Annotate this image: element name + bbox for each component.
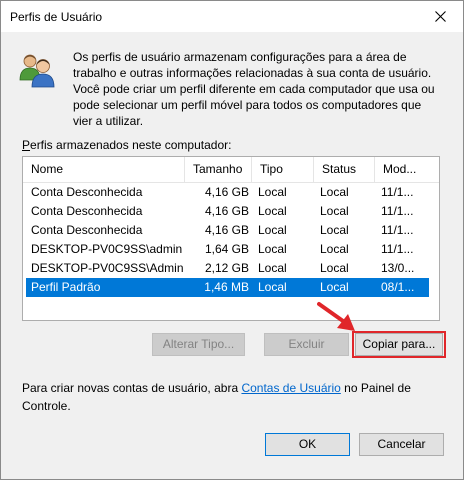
profiles-list[interactable]: Nome Tamanho Tipo Status Mod... Conta De… — [22, 156, 440, 321]
cell-status: Local — [320, 223, 349, 237]
cell-status: Local — [320, 204, 349, 218]
table-row[interactable]: Conta Desconhecida 4,16 GB Local Local 1… — [26, 202, 429, 221]
close-button[interactable] — [418, 1, 463, 32]
cell-name: Conta Desconhecida — [31, 185, 143, 199]
access-key-letter: P — [22, 138, 31, 152]
delete-button[interactable]: Excluir — [264, 333, 349, 356]
cell-modified: 11/1... — [381, 223, 414, 237]
label-text: erfis armazenados neste computador: — [30, 138, 232, 152]
title-bar: Perfis de Usuário — [1, 1, 463, 32]
table-row[interactable]: Conta Desconhecida 4,16 GB Local Local 1… — [26, 221, 429, 240]
cell-status: Local — [320, 242, 349, 256]
user-accounts-link[interactable]: Contas de Usuário — [241, 381, 340, 395]
cell-name: Conta Desconhecida — [31, 223, 143, 237]
cell-modified: 11/1... — [381, 185, 414, 199]
cancel-button[interactable]: Cancelar — [359, 433, 444, 456]
column-header-status[interactable]: Status — [314, 157, 375, 182]
table-row[interactable]: DESKTOP-PV0C9SS\admin 1,64 GB Local Loca… — [26, 240, 429, 259]
cell-name: DESKTOP-PV0C9SS\admin — [31, 242, 183, 256]
list-header: Nome Tamanho Tipo Status Mod... — [23, 157, 439, 183]
cell-status: Local — [320, 280, 349, 294]
cell-status: Local — [320, 261, 349, 275]
ok-button[interactable]: OK — [265, 433, 350, 456]
cell-size: 4,16 GB — [204, 223, 249, 237]
cell-type: Local — [258, 261, 287, 275]
users-icon — [19, 54, 55, 88]
close-icon — [435, 11, 446, 22]
column-header-modified[interactable]: Mod... — [375, 157, 439, 182]
column-header-type[interactable]: Tipo — [252, 157, 314, 182]
cell-type: Local — [258, 204, 287, 218]
profiles-list-label: Perfis armazenados neste computador: — [22, 138, 231, 152]
change-type-button[interactable]: Alterar Tipo... — [152, 333, 245, 356]
create-accounts-text: Para criar novas contas de usuário, abra… — [22, 379, 442, 415]
cell-modified: 11/1... — [381, 242, 414, 256]
text-before-link: Para criar novas contas de usuário, abra — [22, 381, 242, 395]
cell-type: Local — [258, 280, 287, 294]
cell-type: Local — [258, 185, 287, 199]
cell-size: 2,12 GB — [204, 261, 249, 275]
column-header-name[interactable]: Nome — [23, 157, 185, 182]
copy-to-highlight-box — [352, 331, 446, 358]
cell-type: Local — [258, 223, 287, 237]
table-row[interactable]: DESKTOP-PV0C9SS\Adminis... 2,12 GB Local… — [26, 259, 429, 278]
table-row-selected[interactable]: Perfil Padrão 1,46 MB Local Local 08/1..… — [26, 278, 429, 297]
cell-size: 1,64 GB — [204, 242, 249, 256]
cell-modified: 08/1... — [381, 280, 415, 294]
description-text: Os perfis de usuário armazenam configura… — [73, 50, 435, 128]
cell-modified: 13/0... — [381, 261, 415, 275]
cell-size: 1,46 MB — [204, 280, 249, 294]
table-row[interactable]: Conta Desconhecida 4,16 GB Local Local 1… — [26, 183, 429, 202]
cell-name: Conta Desconhecida — [31, 204, 143, 218]
cell-size: 4,16 GB — [204, 204, 249, 218]
user-profiles-dialog: Perfis de Usuário Os perfis de usuário a… — [0, 0, 464, 480]
cell-name: Perfil Padrão — [31, 280, 101, 294]
cell-type: Local — [258, 242, 287, 256]
column-header-size[interactable]: Tamanho — [185, 157, 252, 182]
red-arrow-annotation — [317, 302, 355, 331]
window-title: Perfis de Usuário — [10, 10, 103, 24]
cell-modified: 11/1... — [381, 204, 414, 218]
cell-status: Local — [320, 185, 349, 199]
cell-size: 4,16 GB — [204, 185, 249, 199]
cell-name: DESKTOP-PV0C9SS\Adminis... — [31, 261, 183, 275]
